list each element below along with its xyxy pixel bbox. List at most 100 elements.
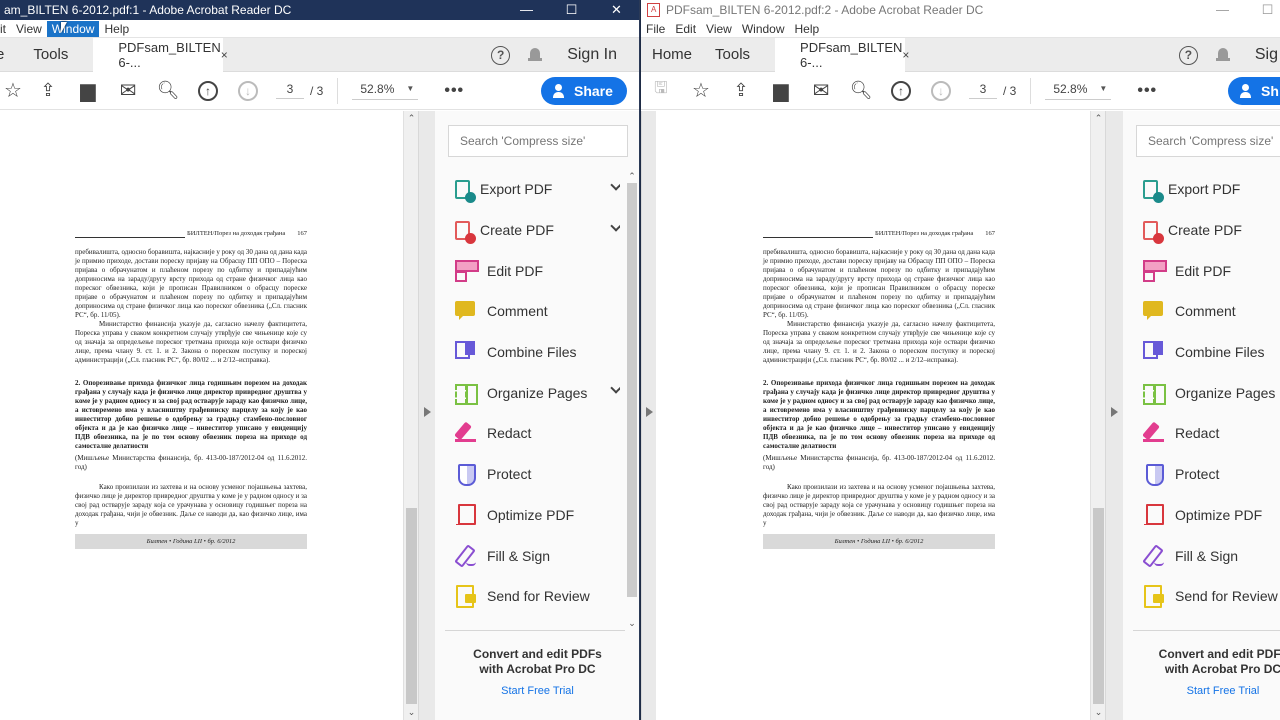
- page-number-input[interactable]: [276, 82, 304, 99]
- tab-tools[interactable]: Tools: [17, 46, 81, 63]
- tool-item-optimize-pdf[interactable]: Optimize PDF: [1143, 495, 1280, 536]
- page-number-input[interactable]: [969, 82, 997, 99]
- scrollbar-thumb[interactable]: [627, 183, 637, 597]
- tool-item-fill-sign[interactable]: Fill & Sign: [1143, 535, 1280, 576]
- document-scrollbar[interactable]: ⌃ ⌄: [1090, 111, 1105, 720]
- email-icon[interactable]: ✉: [801, 72, 841, 110]
- zoom-level-select[interactable]: 52.8% ▼: [1045, 82, 1112, 100]
- help-icon[interactable]: ?: [491, 45, 511, 65]
- tools-search-input[interactable]: [448, 125, 628, 157]
- scroll-up-icon[interactable]: ⌃: [626, 171, 638, 182]
- tab-home[interactable]: Home: [641, 46, 705, 63]
- menu-window[interactable]: Window: [46, 20, 100, 37]
- menu-help[interactable]: Help: [99, 21, 134, 37]
- scroll-up-icon[interactable]: ⌃: [1091, 113, 1106, 124]
- save-icon[interactable]: 🖫︎: [641, 72, 681, 110]
- menu-edit[interactable]: it: [0, 21, 11, 37]
- menu-file[interactable]: File: [641, 21, 670, 37]
- share-button[interactable]: Share: [541, 77, 627, 105]
- zoom-level-select[interactable]: 52.8% ▼: [352, 82, 419, 100]
- sign-in-button[interactable]: Sig: [1255, 46, 1278, 64]
- email-icon[interactable]: ✉: [108, 72, 148, 110]
- zoom-search-icon[interactable]: 🔍︎: [148, 72, 188, 110]
- left-pane-toggle[interactable]: [641, 111, 656, 720]
- menu-view[interactable]: View: [701, 21, 737, 37]
- tool-item-protect[interactable]: Protect: [455, 454, 620, 495]
- minimize-button[interactable]: —: [1200, 0, 1245, 20]
- page-down-icon[interactable]: ↓: [921, 72, 961, 110]
- tab-home[interactable]: e: [0, 46, 17, 63]
- tools-pane-toggle[interactable]: [1105, 111, 1123, 720]
- tools-search-input[interactable]: [1136, 125, 1280, 157]
- close-tab-icon[interactable]: ×: [221, 48, 228, 62]
- tool-item-combine-files[interactable]: Combine Files: [455, 332, 620, 373]
- scrollbar-thumb[interactable]: [1093, 508, 1104, 704]
- tool-item-fill-sign[interactable]: Fill & Sign: [455, 535, 620, 576]
- tools-pane-toggle[interactable]: [418, 111, 436, 720]
- tool-item-redact[interactable]: Redact: [1143, 413, 1280, 454]
- tool-item-send-for-review[interactable]: Send for Review: [455, 576, 620, 617]
- page-up-icon[interactable]: ↑: [881, 72, 921, 110]
- tool-item-organize-pages[interactable]: Organize Pages: [1143, 372, 1280, 413]
- menu-window[interactable]: Window: [737, 21, 790, 37]
- tool-item-comment[interactable]: Comment: [1143, 291, 1280, 332]
- scroll-up-icon[interactable]: ⌃: [404, 113, 419, 124]
- chevron-down-icon[interactable]: [610, 382, 620, 395]
- share-button[interactable]: Sh: [1228, 77, 1280, 105]
- tool-item-combine-files[interactable]: Combine Files: [1143, 332, 1280, 373]
- tool-item-comment[interactable]: Comment: [455, 291, 620, 332]
- notifications-bell-icon[interactable]: [528, 47, 543, 63]
- document-tab[interactable]: PDFsam_BILTEN 6-... ×: [93, 37, 228, 72]
- scrollbar-thumb[interactable]: [406, 508, 417, 704]
- more-options-icon[interactable]: •••: [444, 82, 464, 100]
- document-view[interactable]: БИЛТЕН/Порез на доходак грађана 167 преб…: [0, 111, 403, 720]
- minimize-button[interactable]: —: [504, 0, 549, 20]
- close-tab-icon[interactable]: ×: [902, 48, 909, 62]
- start-free-trial-link[interactable]: Start Free Trial: [1123, 685, 1280, 697]
- chevron-down-icon[interactable]: [610, 220, 620, 232]
- tools-scrollbar[interactable]: ⌃ ⌄: [626, 171, 638, 629]
- tool-item-create-pdf[interactable]: Create PDF: [1143, 210, 1280, 251]
- help-icon[interactable]: ?: [1178, 45, 1198, 65]
- tool-item-optimize-pdf[interactable]: Optimize PDF: [455, 495, 620, 536]
- document-view[interactable]: БИЛТЕН/Порез на доходак грађана 167 преб…: [656, 111, 1092, 720]
- menu-view[interactable]: View: [11, 21, 47, 37]
- print-icon[interactable]: ▆: [68, 72, 108, 110]
- print-icon[interactable]: ▆: [761, 72, 801, 110]
- tool-item-send-for-review[interactable]: Send for Review: [1143, 576, 1280, 617]
- menu-edit[interactable]: Edit: [670, 21, 701, 37]
- tool-item-organize-pages[interactable]: Organize Pages: [455, 372, 620, 413]
- document-tab[interactable]: PDFsam_BILTEN 6-... ×: [775, 37, 909, 72]
- tab-tools[interactable]: Tools: [705, 46, 763, 63]
- page-total: / 3: [1003, 83, 1017, 98]
- bookmark-star-icon[interactable]: ☆: [0, 72, 28, 110]
- tool-item-more-tools[interactable]: More Tools: [1143, 617, 1280, 630]
- scroll-down-icon[interactable]: ⌄: [404, 707, 419, 718]
- maximize-button[interactable]: ☐: [1245, 0, 1280, 20]
- tool-item-redact[interactable]: Redact: [455, 413, 620, 454]
- page-up-icon[interactable]: ↑: [188, 72, 228, 110]
- menu-help[interactable]: Help: [790, 21, 825, 37]
- upload-cloud-icon[interactable]: ⇪: [28, 72, 68, 110]
- sign-in-button[interactable]: Sign In: [567, 46, 617, 64]
- tool-item-protect[interactable]: Protect: [1143, 454, 1280, 495]
- chevron-down-icon[interactable]: [610, 179, 620, 191]
- tool-item-export-pdf[interactable]: Export PDF: [455, 169, 620, 210]
- tool-item-create-pdf[interactable]: Create PDF: [455, 210, 620, 251]
- upload-cloud-icon[interactable]: ⇪: [721, 72, 761, 110]
- scroll-down-icon[interactable]: ⌄: [626, 618, 638, 629]
- close-button[interactable]: ✕: [594, 0, 639, 20]
- tool-item-export-pdf[interactable]: Export PDF: [1143, 169, 1280, 210]
- scroll-down-icon[interactable]: ⌄: [1091, 707, 1106, 718]
- tool-item-edit-pdf[interactable]: Edit PDF: [455, 250, 620, 291]
- more-options-icon[interactable]: •••: [1137, 82, 1157, 100]
- document-scrollbar[interactable]: ⌃ ⌄: [403, 111, 418, 720]
- tool-item-more-tools[interactable]: More Tools: [455, 617, 620, 630]
- tool-item-edit-pdf[interactable]: Edit PDF: [1143, 250, 1280, 291]
- notifications-bell-icon[interactable]: [1215, 47, 1230, 63]
- start-free-trial-link[interactable]: Start Free Trial: [435, 685, 639, 697]
- maximize-button[interactable]: ☐: [549, 0, 594, 20]
- zoom-search-icon[interactable]: 🔍︎: [841, 72, 881, 110]
- bookmark-star-icon[interactable]: ☆: [681, 72, 721, 110]
- page-down-icon[interactable]: ↓: [228, 72, 268, 110]
